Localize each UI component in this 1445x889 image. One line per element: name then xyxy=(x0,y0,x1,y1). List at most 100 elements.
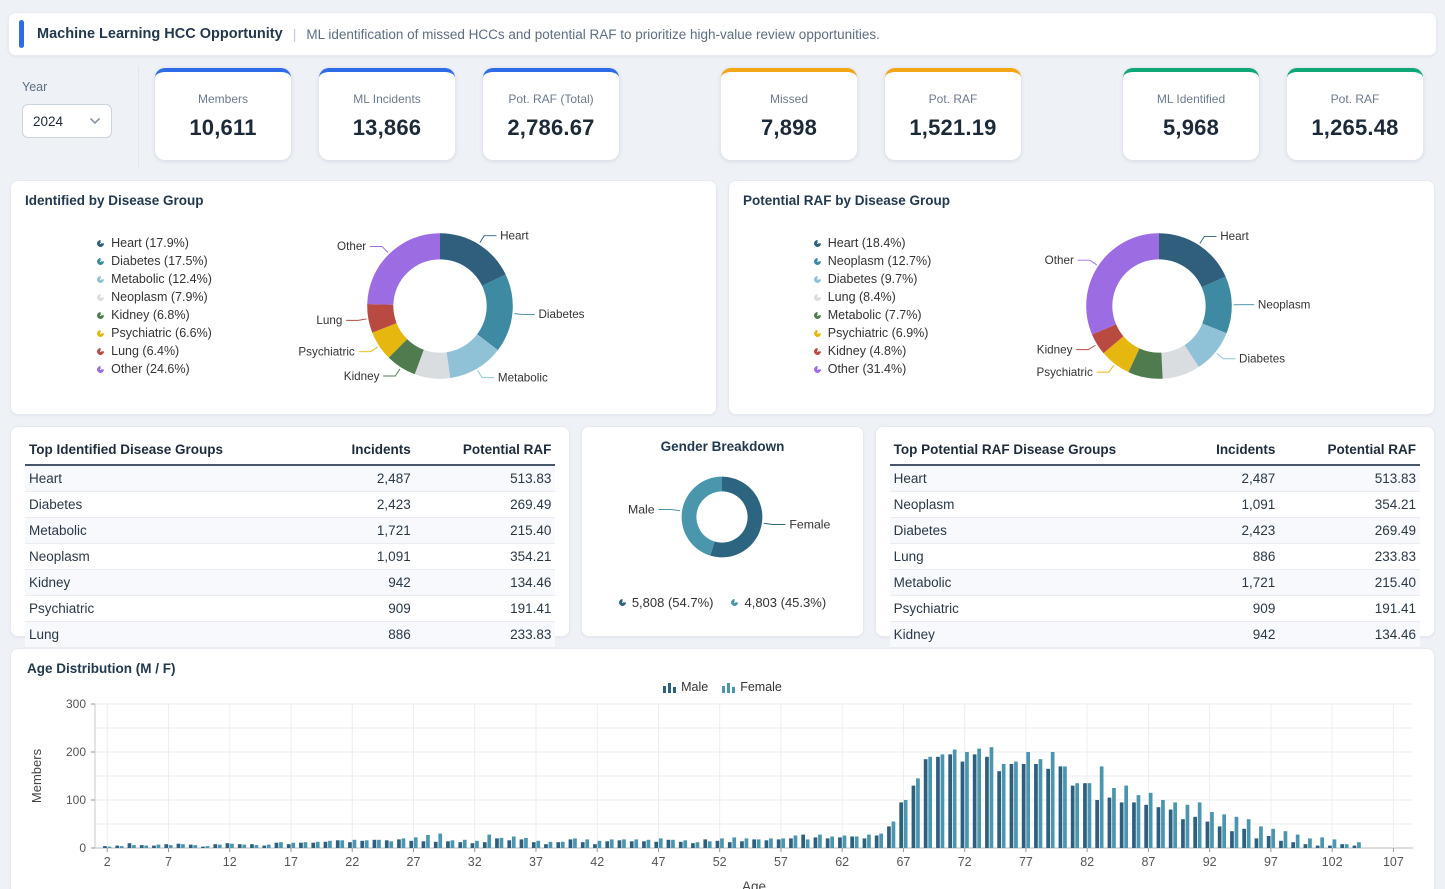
svg-text:102: 102 xyxy=(1322,855,1343,869)
svg-text:52: 52 xyxy=(713,855,727,869)
bar xyxy=(1144,805,1148,848)
svg-text:12: 12 xyxy=(223,855,237,869)
cell-potential-raf: 191.41 xyxy=(415,596,556,622)
legend-label: Other (24.6%) xyxy=(111,362,190,376)
bar xyxy=(642,841,646,848)
kpi-label: Pot. RAF (Total) xyxy=(508,92,593,106)
donut-chart-area: Heart (17.9%) Diabetes (17.5%) Metabolic (… xyxy=(25,208,702,404)
column-header-potential-raf: Potential RAF xyxy=(415,437,556,465)
bar xyxy=(1157,807,1161,848)
data-table: Top Identified Disease GroupsIncidentsPo… xyxy=(25,437,555,648)
legend-item-kidney[interactable]: Kidney (6.8%) xyxy=(97,308,212,322)
legend-item-neoplasm[interactable]: Neoplasm (12.7%) xyxy=(814,254,932,268)
donut-legend-icon xyxy=(812,292,822,302)
bar xyxy=(120,846,124,848)
bar xyxy=(1259,826,1263,848)
bar xyxy=(365,840,369,848)
label-leader-line xyxy=(514,314,534,315)
bar xyxy=(618,840,622,848)
kpi-value: 1,521.19 xyxy=(909,115,996,141)
legend-item-kidney[interactable]: Kidney (4.8%) xyxy=(814,344,932,358)
bar xyxy=(752,839,756,848)
legend-item-lung[interactable]: Lung (6.4%) xyxy=(97,344,212,358)
cell-disease-group: Psychiatric xyxy=(25,596,317,622)
bar xyxy=(495,838,499,848)
donut-legend-icon xyxy=(96,238,106,248)
donut-slice-other[interactable] xyxy=(1086,233,1159,334)
bar xyxy=(1340,844,1344,848)
bar xyxy=(765,840,769,848)
cell-incidents: 886 xyxy=(317,622,415,648)
cell-incidents: 942 xyxy=(317,570,415,596)
bar xyxy=(1173,802,1177,848)
legend-item-neoplasm[interactable]: Neoplasm (7.9%) xyxy=(97,290,212,304)
bar xyxy=(936,757,940,848)
kpi-group: Missed7,898Pot. RAF1,521.19 xyxy=(721,68,1021,160)
donut-slice-heart[interactable] xyxy=(440,233,506,286)
bar xyxy=(1242,829,1246,848)
kpi-label: Members xyxy=(198,92,248,106)
bar xyxy=(1071,786,1075,848)
legend-item-metabolic[interactable]: Metabolic (12.4%) xyxy=(97,272,212,286)
bar xyxy=(671,840,675,848)
legend-item-psychiatric[interactable]: Psychiatric (6.6%) xyxy=(97,326,212,340)
donut-legend-icon xyxy=(812,310,822,320)
bar xyxy=(471,843,475,848)
svg-text:2: 2 xyxy=(104,855,111,869)
legend-item-diabetes[interactable]: Diabetes (9.7%) xyxy=(814,272,932,286)
legend-item-heart[interactable]: Heart (18.4%) xyxy=(814,236,932,250)
bar xyxy=(990,747,994,848)
svg-text:57: 57 xyxy=(774,855,788,869)
legend-item-diabetes[interactable]: Diabetes (17.5%) xyxy=(97,254,212,268)
identified-donut-chart: HeartDiabetesMetabolicKidneyPsychiatricL… xyxy=(250,208,630,404)
label-leader-line xyxy=(370,246,388,252)
table-row-diabetes: Diabetes2,423269.49 xyxy=(25,492,555,518)
bar xyxy=(226,843,230,848)
slice-label: Kidney xyxy=(344,370,380,383)
legend-item-heart[interactable]: Heart (17.9%) xyxy=(97,236,212,250)
bar xyxy=(941,754,945,848)
table-title: Top Identified Disease Groups xyxy=(25,437,317,465)
slice-label: Heart xyxy=(500,229,529,242)
bar xyxy=(1034,764,1038,848)
bar-legend-item-male[interactable]: Male xyxy=(663,680,708,694)
bar xyxy=(948,754,952,848)
bar xyxy=(463,840,467,848)
legend-item-lung[interactable]: Lung (8.4%) xyxy=(814,290,932,304)
donut-chart-area: Heart (18.4%) Neoplasm (12.7%) Diabetes (9… xyxy=(743,208,1420,404)
panel-gender-breakdown: Gender Breakdown FemaleMale 5,808 (54.7%… xyxy=(581,426,863,637)
slice-label: Metabolic xyxy=(498,371,548,384)
bar xyxy=(169,845,173,848)
cell-incidents: 2,487 xyxy=(1181,465,1279,492)
bar-legend-item-female[interactable]: Female xyxy=(722,680,782,694)
donut-slice-other[interactable] xyxy=(367,233,440,305)
bar xyxy=(818,835,822,848)
panel-top-identified-disease-groups: Top Identified Disease GroupsIncidentsPo… xyxy=(10,426,570,637)
legend-item-other[interactable]: Other (24.6%) xyxy=(97,362,212,376)
year-select[interactable]: 2024 xyxy=(22,104,112,138)
bar xyxy=(103,846,107,848)
bar xyxy=(451,840,455,848)
legend-item-other[interactable]: Other (31.4%) xyxy=(814,362,932,376)
bar xyxy=(667,840,671,848)
bar xyxy=(1169,810,1173,848)
legend-item-psychiatric[interactable]: Psychiatric (6.9%) xyxy=(814,326,932,340)
label-leader-line xyxy=(764,523,786,524)
bar xyxy=(745,838,749,848)
svg-text:17: 17 xyxy=(284,855,298,869)
slice-label: Other xyxy=(337,240,366,253)
gender-legend-item-female[interactable]: 5,808 (54.7%) xyxy=(619,595,714,610)
legend-item-metabolic[interactable]: Metabolic (7.7%) xyxy=(814,308,932,322)
bar xyxy=(1230,831,1234,848)
panel-top-potential-raf-disease-groups: Top Potential RAF Disease GroupsIncident… xyxy=(875,426,1435,637)
gender-donut-chart: FemaleMale xyxy=(592,454,852,582)
chevron-down-icon xyxy=(89,117,101,125)
filter-divider xyxy=(138,66,139,168)
bar xyxy=(843,836,847,849)
bar xyxy=(1181,819,1185,848)
donut-slice-heart[interactable] xyxy=(1159,233,1226,287)
gender-legend-item-male[interactable]: 4,803 (45.3%) xyxy=(731,595,826,610)
kpi-card-members: Members10,611 xyxy=(155,68,291,160)
bar xyxy=(1345,844,1349,848)
panel-title: Identified by Disease Group xyxy=(25,193,702,208)
